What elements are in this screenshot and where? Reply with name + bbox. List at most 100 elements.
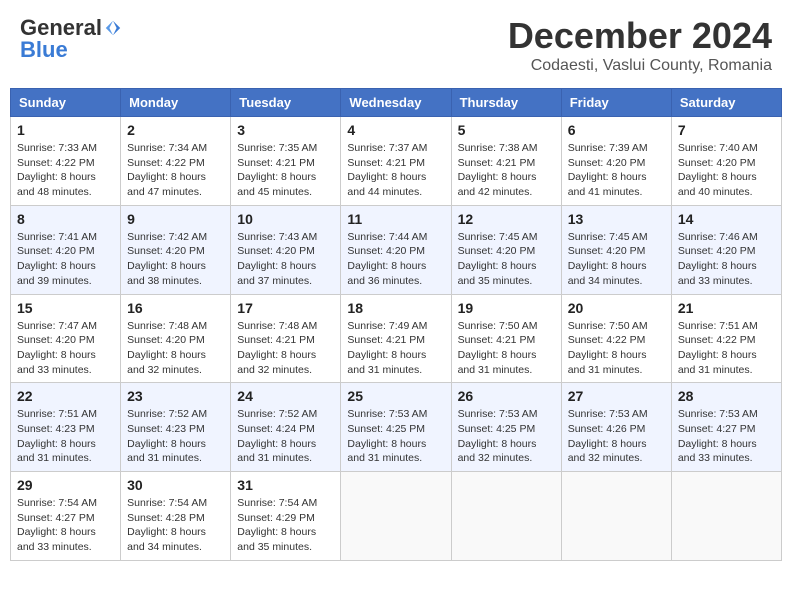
calendar-table: SundayMondayTuesdayWednesdayThursdayFrid… bbox=[10, 88, 782, 561]
day-info: Sunrise: 7:41 AM Sunset: 4:20 PM Dayligh… bbox=[17, 230, 114, 289]
day-info: Sunrise: 7:33 AM Sunset: 4:22 PM Dayligh… bbox=[17, 141, 114, 200]
calendar-cell: 10 Sunrise: 7:43 AM Sunset: 4:20 PM Dayl… bbox=[231, 205, 341, 294]
day-number: 11 bbox=[347, 211, 444, 227]
calendar-cell: 9 Sunrise: 7:42 AM Sunset: 4:20 PM Dayli… bbox=[121, 205, 231, 294]
calendar-week-row: 22 Sunrise: 7:51 AM Sunset: 4:23 PM Dayl… bbox=[11, 383, 782, 472]
calendar-cell: 22 Sunrise: 7:51 AM Sunset: 4:23 PM Dayl… bbox=[11, 383, 121, 472]
day-info: Sunrise: 7:43 AM Sunset: 4:20 PM Dayligh… bbox=[237, 230, 334, 289]
day-info: Sunrise: 7:54 AM Sunset: 4:28 PM Dayligh… bbox=[127, 496, 224, 555]
day-number: 24 bbox=[237, 388, 334, 404]
day-info: Sunrise: 7:52 AM Sunset: 4:23 PM Dayligh… bbox=[127, 407, 224, 466]
day-number: 19 bbox=[458, 300, 555, 316]
day-info: Sunrise: 7:42 AM Sunset: 4:20 PM Dayligh… bbox=[127, 230, 224, 289]
weekday-header-row: SundayMondayTuesdayWednesdayThursdayFrid… bbox=[11, 89, 782, 117]
calendar-cell: 1 Sunrise: 7:33 AM Sunset: 4:22 PM Dayli… bbox=[11, 117, 121, 206]
day-number: 8 bbox=[17, 211, 114, 227]
logo: General Blue bbox=[20, 15, 122, 63]
calendar-cell bbox=[671, 472, 781, 561]
day-info: Sunrise: 7:51 AM Sunset: 4:22 PM Dayligh… bbox=[678, 319, 775, 378]
calendar-cell: 23 Sunrise: 7:52 AM Sunset: 4:23 PM Dayl… bbox=[121, 383, 231, 472]
day-number: 23 bbox=[127, 388, 224, 404]
day-info: Sunrise: 7:49 AM Sunset: 4:21 PM Dayligh… bbox=[347, 319, 444, 378]
weekday-header-wednesday: Wednesday bbox=[341, 89, 451, 117]
calendar-cell: 12 Sunrise: 7:45 AM Sunset: 4:20 PM Dayl… bbox=[451, 205, 561, 294]
day-number: 15 bbox=[17, 300, 114, 316]
day-number: 9 bbox=[127, 211, 224, 227]
day-number: 31 bbox=[237, 477, 334, 493]
calendar-cell: 4 Sunrise: 7:37 AM Sunset: 4:21 PM Dayli… bbox=[341, 117, 451, 206]
day-info: Sunrise: 7:51 AM Sunset: 4:23 PM Dayligh… bbox=[17, 407, 114, 466]
weekday-header-sunday: Sunday bbox=[11, 89, 121, 117]
calendar-cell bbox=[561, 472, 671, 561]
calendar-cell: 26 Sunrise: 7:53 AM Sunset: 4:25 PM Dayl… bbox=[451, 383, 561, 472]
logo-blue: Blue bbox=[20, 37, 68, 63]
title-block: December 2024 Codaesti, Vaslui County, R… bbox=[508, 15, 772, 75]
day-info: Sunrise: 7:38 AM Sunset: 4:21 PM Dayligh… bbox=[458, 141, 555, 200]
day-number: 22 bbox=[17, 388, 114, 404]
day-info: Sunrise: 7:40 AM Sunset: 4:20 PM Dayligh… bbox=[678, 141, 775, 200]
calendar-cell: 3 Sunrise: 7:35 AM Sunset: 4:21 PM Dayli… bbox=[231, 117, 341, 206]
day-info: Sunrise: 7:54 AM Sunset: 4:29 PM Dayligh… bbox=[237, 496, 334, 555]
day-info: Sunrise: 7:44 AM Sunset: 4:20 PM Dayligh… bbox=[347, 230, 444, 289]
day-info: Sunrise: 7:53 AM Sunset: 4:25 PM Dayligh… bbox=[458, 407, 555, 466]
day-info: Sunrise: 7:53 AM Sunset: 4:26 PM Dayligh… bbox=[568, 407, 665, 466]
day-info: Sunrise: 7:45 AM Sunset: 4:20 PM Dayligh… bbox=[568, 230, 665, 289]
calendar-week-row: 1 Sunrise: 7:33 AM Sunset: 4:22 PM Dayli… bbox=[11, 117, 782, 206]
day-number: 20 bbox=[568, 300, 665, 316]
logo-icon bbox=[104, 19, 122, 37]
weekday-header-friday: Friday bbox=[561, 89, 671, 117]
day-info: Sunrise: 7:54 AM Sunset: 4:27 PM Dayligh… bbox=[17, 496, 114, 555]
calendar-cell bbox=[341, 472, 451, 561]
day-number: 10 bbox=[237, 211, 334, 227]
day-number: 5 bbox=[458, 122, 555, 138]
day-number: 14 bbox=[678, 211, 775, 227]
day-info: Sunrise: 7:53 AM Sunset: 4:25 PM Dayligh… bbox=[347, 407, 444, 466]
month-title: December 2024 bbox=[508, 15, 772, 57]
day-number: 17 bbox=[237, 300, 334, 316]
day-number: 6 bbox=[568, 122, 665, 138]
calendar-cell: 21 Sunrise: 7:51 AM Sunset: 4:22 PM Dayl… bbox=[671, 294, 781, 383]
day-info: Sunrise: 7:46 AM Sunset: 4:20 PM Dayligh… bbox=[678, 230, 775, 289]
day-number: 7 bbox=[678, 122, 775, 138]
day-info: Sunrise: 7:37 AM Sunset: 4:21 PM Dayligh… bbox=[347, 141, 444, 200]
calendar-cell: 25 Sunrise: 7:53 AM Sunset: 4:25 PM Dayl… bbox=[341, 383, 451, 472]
calendar-cell: 30 Sunrise: 7:54 AM Sunset: 4:28 PM Dayl… bbox=[121, 472, 231, 561]
day-number: 12 bbox=[458, 211, 555, 227]
day-number: 28 bbox=[678, 388, 775, 404]
calendar-cell: 20 Sunrise: 7:50 AM Sunset: 4:22 PM Dayl… bbox=[561, 294, 671, 383]
calendar-cell: 11 Sunrise: 7:44 AM Sunset: 4:20 PM Dayl… bbox=[341, 205, 451, 294]
day-info: Sunrise: 7:45 AM Sunset: 4:20 PM Dayligh… bbox=[458, 230, 555, 289]
day-number: 26 bbox=[458, 388, 555, 404]
calendar-cell bbox=[451, 472, 561, 561]
day-number: 25 bbox=[347, 388, 444, 404]
weekday-header-tuesday: Tuesday bbox=[231, 89, 341, 117]
calendar-cell: 13 Sunrise: 7:45 AM Sunset: 4:20 PM Dayl… bbox=[561, 205, 671, 294]
day-info: Sunrise: 7:39 AM Sunset: 4:20 PM Dayligh… bbox=[568, 141, 665, 200]
calendar-week-row: 15 Sunrise: 7:47 AM Sunset: 4:20 PM Dayl… bbox=[11, 294, 782, 383]
calendar-cell: 8 Sunrise: 7:41 AM Sunset: 4:20 PM Dayli… bbox=[11, 205, 121, 294]
calendar-cell: 2 Sunrise: 7:34 AM Sunset: 4:22 PM Dayli… bbox=[121, 117, 231, 206]
day-number: 13 bbox=[568, 211, 665, 227]
page-header: General Blue December 2024 Codaesti, Vas… bbox=[10, 10, 782, 80]
day-info: Sunrise: 7:34 AM Sunset: 4:22 PM Dayligh… bbox=[127, 141, 224, 200]
day-info: Sunrise: 7:47 AM Sunset: 4:20 PM Dayligh… bbox=[17, 319, 114, 378]
day-number: 18 bbox=[347, 300, 444, 316]
day-info: Sunrise: 7:53 AM Sunset: 4:27 PM Dayligh… bbox=[678, 407, 775, 466]
weekday-header-monday: Monday bbox=[121, 89, 231, 117]
day-info: Sunrise: 7:52 AM Sunset: 4:24 PM Dayligh… bbox=[237, 407, 334, 466]
calendar-week-row: 29 Sunrise: 7:54 AM Sunset: 4:27 PM Dayl… bbox=[11, 472, 782, 561]
day-info: Sunrise: 7:50 AM Sunset: 4:22 PM Dayligh… bbox=[568, 319, 665, 378]
weekday-header-thursday: Thursday bbox=[451, 89, 561, 117]
day-info: Sunrise: 7:48 AM Sunset: 4:20 PM Dayligh… bbox=[127, 319, 224, 378]
day-number: 2 bbox=[127, 122, 224, 138]
calendar-cell: 15 Sunrise: 7:47 AM Sunset: 4:20 PM Dayl… bbox=[11, 294, 121, 383]
location-title: Codaesti, Vaslui County, Romania bbox=[508, 57, 772, 75]
calendar-week-row: 8 Sunrise: 7:41 AM Sunset: 4:20 PM Dayli… bbox=[11, 205, 782, 294]
day-number: 29 bbox=[17, 477, 114, 493]
day-number: 27 bbox=[568, 388, 665, 404]
weekday-header-saturday: Saturday bbox=[671, 89, 781, 117]
day-number: 21 bbox=[678, 300, 775, 316]
day-info: Sunrise: 7:35 AM Sunset: 4:21 PM Dayligh… bbox=[237, 141, 334, 200]
day-info: Sunrise: 7:48 AM Sunset: 4:21 PM Dayligh… bbox=[237, 319, 334, 378]
day-number: 30 bbox=[127, 477, 224, 493]
